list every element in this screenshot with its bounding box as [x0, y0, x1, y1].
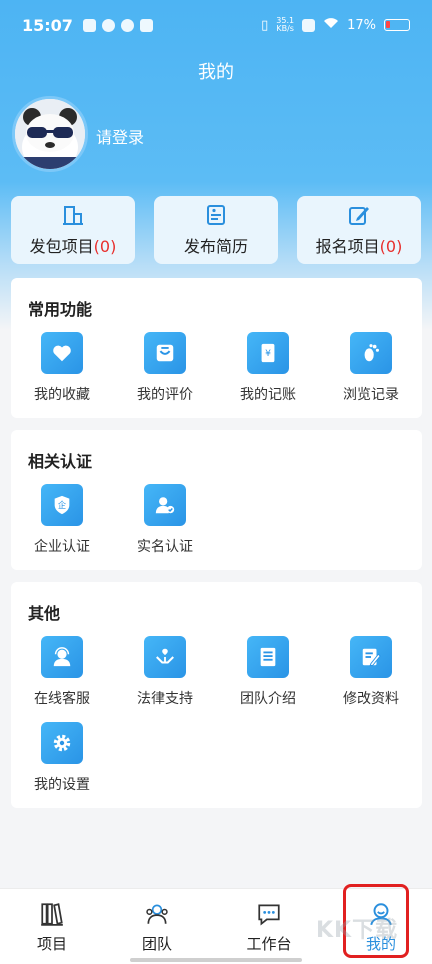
- clock: 15:07: [22, 15, 73, 35]
- team-icon: [146, 904, 168, 924]
- chat-icon: [258, 904, 280, 926]
- panda-avatar-icon: [15, 99, 85, 169]
- edit-doc-icon: [350, 636, 392, 678]
- grid-label: 企业认证: [34, 539, 90, 555]
- nav-tab-team[interactable]: 团队: [117, 901, 197, 954]
- quick-count: (0): [93, 237, 117, 256]
- sim-x-icon: [302, 18, 316, 32]
- reviews-item[interactable]: 我的评价: [115, 332, 215, 404]
- weibo-icon: [120, 18, 134, 32]
- document-icon: [247, 636, 289, 678]
- wifi-icon: [323, 17, 339, 33]
- watermark: KK下载: [316, 918, 399, 943]
- customer-service-item[interactable]: 在线客服: [12, 636, 112, 708]
- certification-section: 相关认证 企 企业认证 实名认证: [11, 430, 422, 570]
- gear-icon: [41, 722, 83, 764]
- svg-text:¥: ¥: [265, 348, 271, 359]
- building-icon: [63, 206, 83, 225]
- network-speed: 35.1 KB/s: [276, 16, 295, 33]
- nav-label: 工作台: [246, 935, 292, 953]
- realname-cert-item[interactable]: 实名认证: [115, 484, 215, 556]
- history-item[interactable]: 浏览记录: [321, 332, 421, 404]
- nav-label: 项目: [36, 935, 67, 953]
- favorites-item[interactable]: 我的收藏: [12, 332, 112, 404]
- common-functions-section: 常用功能 我的收藏 我的评价 ¥ 我的记账 浏览记录: [11, 278, 422, 418]
- hands-icon: [144, 636, 186, 678]
- footprint-icon: [350, 332, 392, 374]
- nav-label: 团队: [141, 935, 172, 953]
- settings-item[interactable]: 我的设置: [12, 722, 112, 794]
- other-section: 其他 在线客服 法律支持 团队介绍 修改资料 我的设置: [11, 582, 422, 808]
- system-indicators: ▯ 35.1 KB/s 17%: [261, 17, 410, 33]
- nav-tab-workbench[interactable]: 工作台: [229, 901, 309, 954]
- notification-icons: [82, 18, 153, 32]
- vibrate-icon: ▯: [261, 17, 269, 33]
- grid-label: 我的设置: [34, 777, 90, 793]
- grid-label: 修改资料: [343, 691, 399, 707]
- grid-label: 实名认证: [137, 539, 193, 555]
- grid-label: 我的收藏: [34, 387, 90, 403]
- app-notification-icon: [101, 18, 115, 32]
- grid-label: 浏览记录: [343, 387, 399, 403]
- enterprise-shield-icon: 企: [41, 484, 83, 526]
- resume-icon: [207, 205, 225, 225]
- tiktok-icon: [139, 18, 153, 32]
- legal-support-item[interactable]: 法律支持: [115, 636, 215, 708]
- signup-project-card[interactable]: 报名项目(0): [297, 196, 421, 264]
- quick-count: (0): [379, 237, 403, 256]
- grid-label: 法律支持: [137, 691, 193, 707]
- enterprise-cert-item[interactable]: 企 企业认证: [12, 484, 112, 556]
- quick-label: 发布简历: [183, 237, 248, 256]
- edit-icon: [349, 207, 369, 225]
- publish-resume-card[interactable]: 发布简历: [154, 196, 278, 264]
- status-bar: 15:07 ▯ 35.1 KB/s 17%: [0, 0, 432, 50]
- comment-icon: [144, 332, 186, 374]
- heart-icon: [41, 332, 83, 374]
- section-title: 常用功能: [28, 300, 93, 319]
- grid-label: 我的评价: [137, 387, 193, 403]
- team-intro-item[interactable]: 团队介绍: [218, 636, 318, 708]
- publish-project-card[interactable]: 发包项目(0): [11, 196, 135, 264]
- avatar[interactable]: [12, 96, 88, 172]
- section-title: 相关认证: [28, 452, 93, 471]
- books-icon: [41, 903, 63, 926]
- battery-percent: 17%: [347, 17, 376, 33]
- sim-icon: [82, 18, 96, 32]
- login-link[interactable]: 请登录: [96, 124, 144, 148]
- quick-label: 发包项目: [29, 237, 94, 256]
- quick-label: 报名项目: [315, 237, 380, 256]
- accounting-item[interactable]: ¥ 我的记账: [218, 332, 318, 404]
- nav-tab-projects[interactable]: 项目: [12, 901, 92, 954]
- user-check-icon: [144, 484, 186, 526]
- page-title: 我的: [198, 62, 234, 83]
- customer-service-icon: [41, 636, 83, 678]
- section-title: 其他: [28, 604, 61, 623]
- yen-icon: ¥: [247, 332, 289, 374]
- battery-icon: [384, 19, 410, 31]
- grid-label: 我的记账: [240, 387, 296, 403]
- grid-label: 在线客服: [34, 691, 90, 707]
- home-indicator[interactable]: [130, 958, 302, 962]
- svg-text:企: 企: [58, 500, 67, 510]
- grid-label: 团队介绍: [240, 691, 296, 707]
- edit-profile-item[interactable]: 修改资料: [321, 636, 421, 708]
